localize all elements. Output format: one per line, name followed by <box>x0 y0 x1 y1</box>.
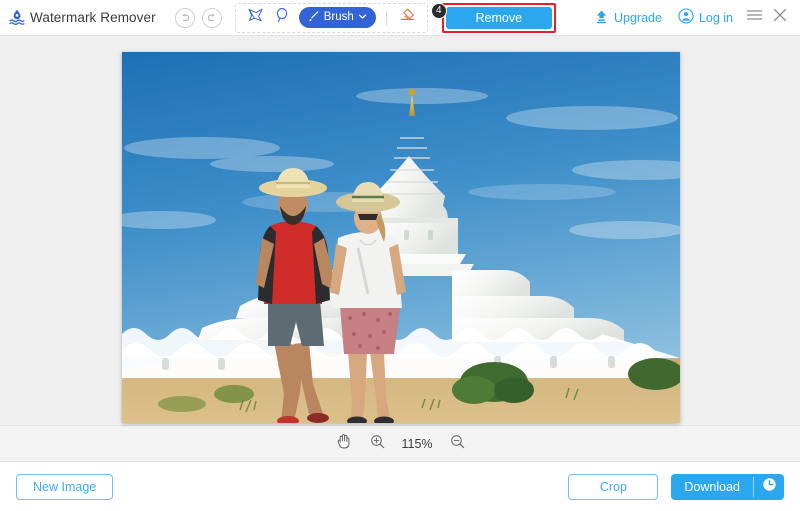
undo-button[interactable] <box>174 7 195 28</box>
download-button-group: Download <box>671 473 784 500</box>
close-icon <box>772 7 788 28</box>
image-frame <box>122 52 680 423</box>
history-button-group <box>174 7 222 28</box>
close-window-button[interactable] <box>767 5 793 31</box>
bottom-action-bar: New Image Crop Download <box>0 462 800 511</box>
app-brand: Watermark Remover <box>0 9 156 26</box>
new-image-button[interactable]: New Image <box>16 473 114 500</box>
upgrade-label: Upgrade <box>613 10 662 25</box>
editing-photo[interactable] <box>122 52 680 423</box>
eraser-icon <box>399 7 416 28</box>
lasso-icon <box>274 7 290 28</box>
zoom-toolbar: 115% <box>0 425 800 462</box>
login-label: Log in <box>698 10 733 25</box>
hamburger-menu-button[interactable] <box>741 5 767 31</box>
toolbar-divider <box>385 10 387 25</box>
editor-canvas[interactable] <box>0 36 800 425</box>
redo-arrow-icon <box>206 12 218 24</box>
app-title: Watermark Remover <box>30 10 156 25</box>
remove-action-area: 4 Remove <box>430 2 556 33</box>
top-toolbar: Watermark Remover Brush 4 Remove Upgrade… <box>0 0 800 36</box>
brush-icon <box>306 9 320 26</box>
download-history-button[interactable] <box>754 474 784 500</box>
user-circle-icon <box>678 8 694 27</box>
account-actions: Upgrade Log in <box>586 5 800 31</box>
eraser-tool[interactable] <box>394 6 421 30</box>
watermark-drop-waves-logo-icon <box>9 9 25 26</box>
remove-button[interactable]: Remove <box>445 6 552 29</box>
clock-history-icon <box>762 477 777 497</box>
zoom-in-icon <box>370 434 385 454</box>
upgrade-button[interactable]: Upgrade <box>586 9 670 27</box>
zoom-in-button[interactable] <box>366 433 388 455</box>
login-button[interactable]: Log in <box>670 8 741 27</box>
brush-tool-button[interactable]: Brush <box>298 7 376 28</box>
step-badge: 4 <box>430 2 447 19</box>
remove-highlight-frame: Remove <box>441 2 556 33</box>
zoom-out-icon <box>450 434 465 454</box>
chevron-down-icon <box>358 12 367 24</box>
lasso-tool[interactable] <box>269 6 296 30</box>
polygon-lasso-icon <box>247 7 264 28</box>
watermark-remover-window: Watermark Remover Brush 4 Remove Upgrade… <box>0 0 800 511</box>
brush-tool-label: Brush <box>323 11 354 24</box>
redo-button[interactable] <box>201 7 222 28</box>
hamburger-menu-icon <box>746 8 763 27</box>
upload-upgrade-icon <box>594 9 609 27</box>
crop-button[interactable]: Crop <box>568 473 659 500</box>
pan-tool-button[interactable] <box>332 433 354 455</box>
drawing-tools-group: Brush <box>234 2 428 33</box>
hand-pan-icon <box>336 433 351 454</box>
undo-arrow-icon <box>179 12 191 24</box>
download-button[interactable]: Download <box>671 474 753 500</box>
polygon-lasso-tool[interactable] <box>242 6 269 30</box>
zoom-out-button[interactable] <box>446 433 468 455</box>
zoom-level-label: 115% <box>401 436 433 451</box>
